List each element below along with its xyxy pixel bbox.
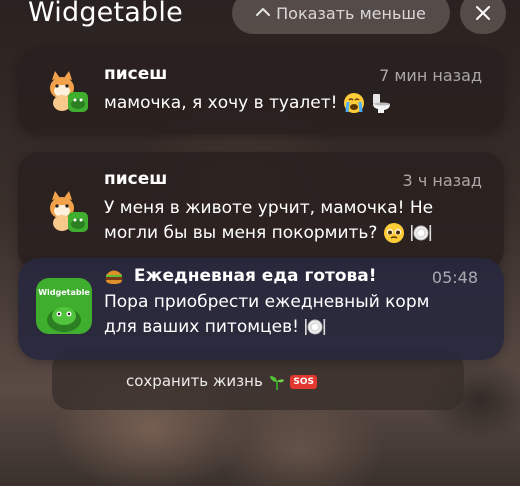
notification-message: Пора приобрести ежедневный корм для ваши…: [104, 292, 430, 337]
notification-card[interactable]: писеш 3 ч назад У меня в животе урчит, м…: [18, 152, 504, 272]
crying-face-icon: [343, 93, 364, 113]
notification-card[interactable]: Widgetable Ежедневная еда готова! 05:48 …: [18, 258, 504, 360]
close-button[interactable]: [460, 0, 506, 34]
pet-avatar-icon: [50, 191, 88, 232]
plate-icon: [305, 319, 326, 335]
notification-card[interactable]: писеш 7 мин назад мамочка, я хочу в туал…: [18, 48, 504, 134]
toilet-icon: [373, 94, 391, 113]
pet-avatar: [46, 70, 90, 114]
widgetable-app-icon: Widgetable: [36, 278, 92, 334]
stacked-notification-text: сохранить жизнь SOS: [126, 372, 317, 391]
show-less-button[interactable]: Показать меньше: [232, 0, 450, 34]
pet-avatar: [46, 190, 90, 234]
notification-sender: писеш: [104, 169, 168, 189]
pet-avatar-icon: [50, 71, 88, 112]
svg-text:Widgetable: Widgetable: [38, 288, 90, 297]
app-icon: Widgetable: [36, 278, 92, 334]
notification-time: 05:48: [431, 268, 478, 287]
show-less-label: Показать меньше: [276, 3, 426, 23]
plate-icon: [411, 225, 432, 241]
seedling-icon: [269, 375, 284, 390]
pleading-face-icon: [383, 223, 404, 243]
notification-title: Ежедневная еда готова!: [104, 266, 377, 286]
app-title: Widgetable: [28, 0, 183, 28]
sos-badge: SOS: [290, 374, 317, 389]
close-icon: [476, 6, 490, 20]
notification-time: 3 ч назад: [402, 171, 482, 190]
burger-icon: [105, 270, 123, 284]
notification-message: У меня в животе урчит, мамочка! Не могли…: [104, 198, 434, 243]
notification-message: мамочка, я хочу в туалет!: [104, 91, 392, 116]
notification-sender: писеш: [104, 64, 168, 84]
notification-header: Widgetable Показать меньше: [0, 0, 520, 40]
notification-time: 7 мин назад: [379, 66, 482, 85]
chevron-up-icon: [256, 7, 271, 19]
